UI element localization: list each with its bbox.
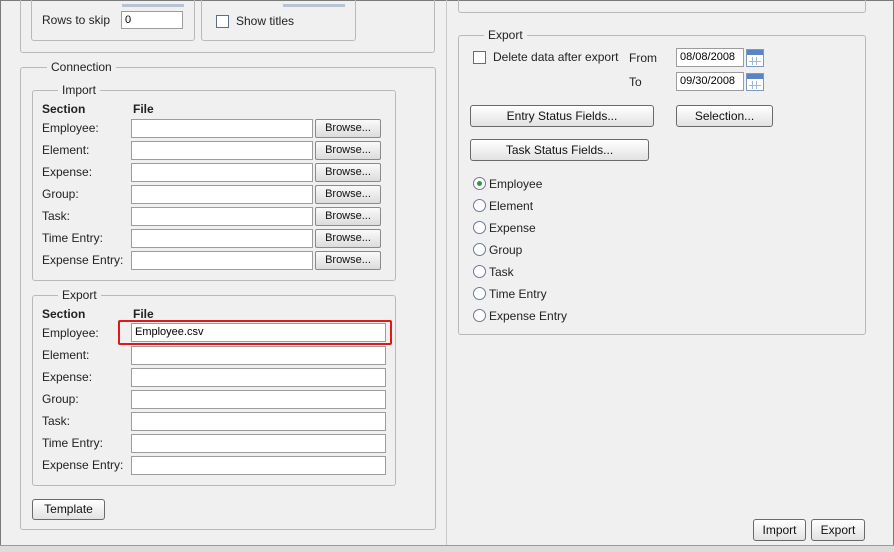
import-row-label: Expense Entry: (42, 253, 124, 267)
import-row-label: Time Entry: (42, 231, 103, 245)
radio-employee-label: Employee (489, 177, 543, 191)
import-title: Import (58, 83, 101, 97)
import-time-entry-browse-button[interactable]: Browse... (315, 229, 381, 248)
selection-button[interactable]: Selection... (676, 105, 773, 127)
export-element-file-input[interactable] (131, 346, 386, 365)
radio-task[interactable] (473, 265, 486, 278)
import-expense-browse-button[interactable]: Browse... (315, 163, 381, 182)
export-group-file-input[interactable] (131, 390, 386, 409)
export-button[interactable]: Export (811, 519, 865, 541)
from-label: From (629, 51, 657, 65)
show-titles-label: Show titles (236, 14, 295, 28)
to-date-input[interactable]: 09/30/2008 (676, 72, 744, 91)
export-time-entry-file-input[interactable] (131, 434, 386, 453)
import-task-file-input[interactable] (131, 207, 313, 226)
export-expense-entry-file-input[interactable] (131, 456, 386, 475)
import-row-label: Element: (42, 143, 90, 157)
export-task-file-input[interactable] (131, 412, 386, 431)
bottom-strip (0, 545, 894, 552)
template-button[interactable]: Template (32, 499, 105, 520)
import-expense-file-input[interactable] (131, 163, 313, 182)
radio-expense-entry[interactable] (473, 309, 486, 322)
export-row-label: Group: (42, 392, 79, 406)
from-date-input[interactable]: 08/08/2008 (676, 48, 744, 67)
import-employee-file-input[interactable] (131, 119, 313, 138)
radio-time-entry-label: Time Entry (489, 287, 547, 301)
import-group-browse-button[interactable]: Browse... (315, 185, 381, 204)
rows-to-skip-label: Rows to skip (42, 13, 111, 27)
radio-group-label: Group (489, 243, 523, 257)
export-employee-file-input[interactable]: Employee.csv (131, 323, 386, 342)
export-row-label: Expense: (42, 370, 93, 384)
export-section-header: Section (42, 307, 86, 321)
rows-to-skip-input[interactable]: 0 (121, 11, 183, 29)
calendar-icon[interactable] (746, 49, 764, 67)
export-row-label: Employee: (42, 326, 99, 340)
calendar-icon[interactable] (746, 73, 764, 91)
import-section-header: Section (42, 102, 86, 116)
radio-employee[interactable] (473, 177, 486, 190)
connection-export-title: Export (58, 288, 101, 302)
import-element-file-input[interactable] (131, 141, 313, 160)
import-employee-browse-button[interactable]: Browse... (315, 119, 381, 138)
to-label: To (629, 75, 642, 89)
export-expense-file-input[interactable] (131, 368, 386, 387)
import-row-label: Expense: (42, 165, 93, 179)
radio-expense[interactable] (473, 221, 486, 234)
radio-element[interactable] (473, 199, 486, 212)
task-status-fields-button[interactable]: Task Status Fields... (470, 139, 649, 161)
radio-task-label: Task (489, 265, 514, 279)
export-row-label: Task: (42, 414, 71, 428)
radio-element-label: Element (489, 199, 534, 213)
connection-title: Connection (47, 60, 116, 74)
radio-time-entry[interactable] (473, 287, 486, 300)
export-row-label: Time Entry: (42, 436, 103, 450)
import-group-file-input[interactable] (131, 185, 313, 204)
import-task-browse-button[interactable]: Browse... (315, 207, 381, 226)
import-row-label: Task: (42, 209, 71, 223)
export-options-title: Export (484, 28, 527, 42)
import-row-label: Group: (42, 187, 79, 201)
export-row-label: Element: (42, 348, 90, 362)
show-titles-checkbox[interactable] (216, 15, 229, 28)
radio-expense-label: Expense (489, 221, 536, 235)
radio-group[interactable] (473, 243, 486, 256)
import-file-header: File (133, 102, 154, 116)
import-element-browse-button[interactable]: Browse... (315, 141, 381, 160)
scroll-remnant (122, 4, 184, 7)
import-expense-entry-browse-button[interactable]: Browse... (315, 251, 381, 270)
import-time-entry-file-input[interactable] (131, 229, 313, 248)
import-row-label: Employee: (42, 121, 99, 135)
import-button[interactable]: Import (753, 519, 806, 541)
entry-status-fields-button[interactable]: Entry Status Fields... (470, 105, 654, 127)
scroll-remnant-2 (283, 4, 345, 7)
delete-after-export-checkbox[interactable] (473, 51, 486, 64)
radio-expense-entry-label: Expense Entry (489, 309, 568, 323)
delete-after-export-label: Delete data after export (493, 50, 619, 64)
right-top-remnant-group (458, 0, 866, 13)
import-expense-entry-file-input[interactable] (131, 251, 313, 270)
panel-divider (446, 0, 447, 545)
export-row-label: Expense Entry: (42, 458, 124, 472)
